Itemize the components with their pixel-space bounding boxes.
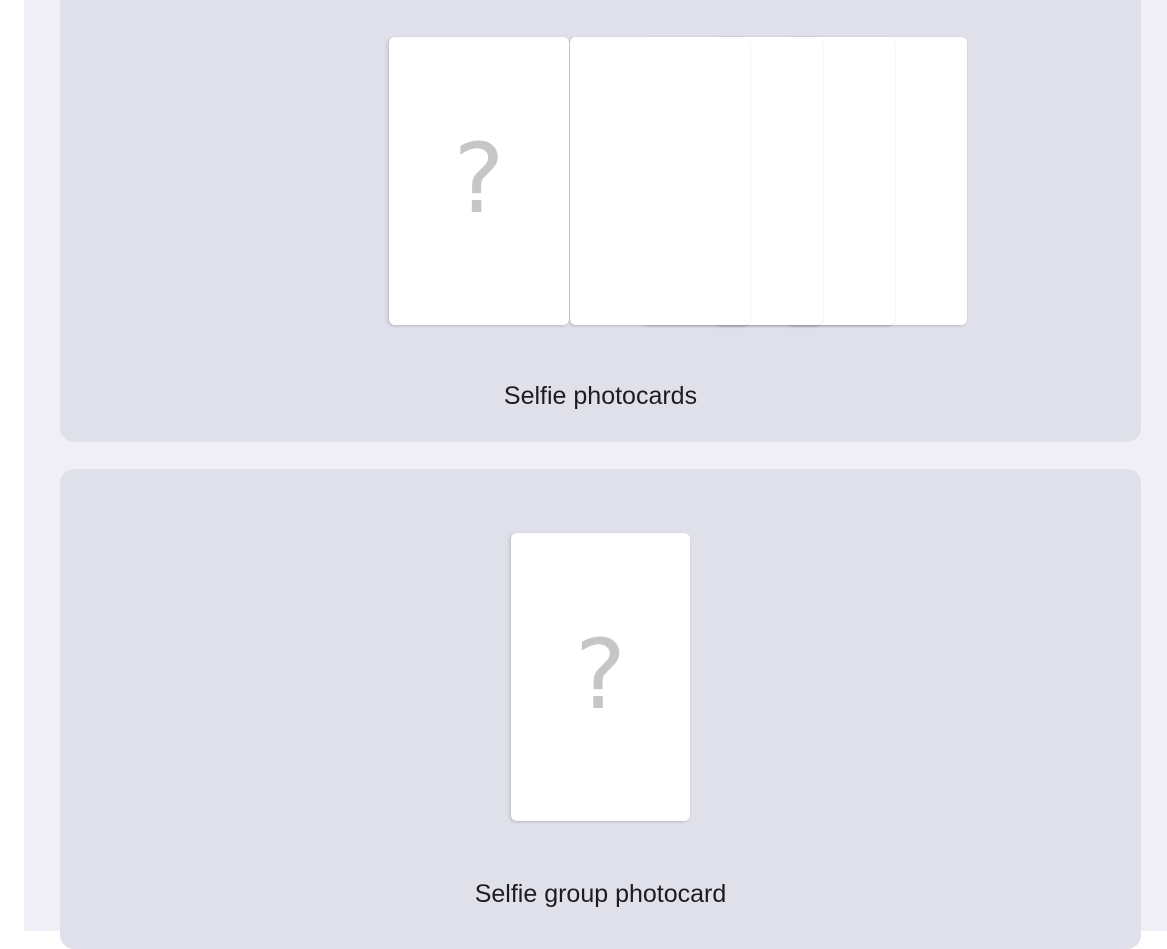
section-label: Selfie photocards xyxy=(503,382,698,410)
stacked-photocard xyxy=(570,37,750,325)
photocard-section-selfie-photocards[interactable]: ? Selfie photocards xyxy=(60,0,1141,442)
photocard-section-selfie-group-photocard[interactable]: ? Selfie group photocard xyxy=(60,469,1141,949)
front-photocard: ? xyxy=(389,37,569,325)
question-mark-icon: ? xyxy=(575,619,626,731)
question-mark-icon: ? xyxy=(453,123,505,235)
section-label: Selfie group photocard xyxy=(474,880,727,908)
photocard-list: ? Selfie photocards ? Selfie group photo… xyxy=(24,0,1167,949)
single-photocard: ? xyxy=(511,533,690,821)
